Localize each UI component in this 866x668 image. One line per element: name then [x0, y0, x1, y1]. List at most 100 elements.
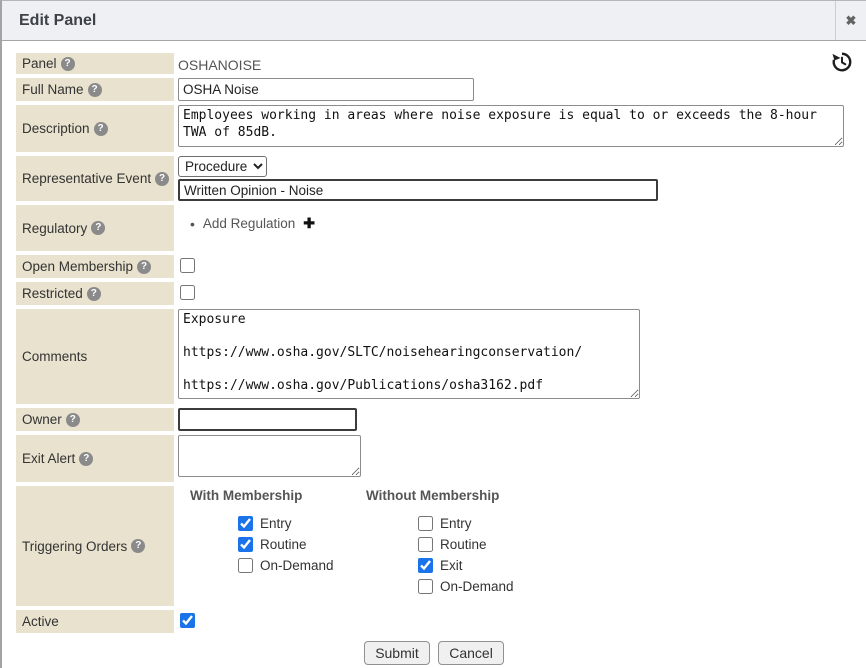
regulatory-label: Regulatory [22, 221, 87, 236]
comments-label: Comments [22, 349, 87, 364]
close-icon: ✖ [846, 13, 857, 29]
with-membership-header: With Membership [190, 488, 366, 503]
help-icon[interactable]: ? [91, 221, 105, 235]
without-membership-option-exit[interactable]: Exit [418, 558, 586, 573]
help-icon[interactable]: ? [155, 172, 169, 186]
without-membership-option-routine[interactable]: Routine [418, 537, 586, 552]
close-button[interactable]: ✖ [835, 1, 866, 40]
restricted-content [174, 282, 866, 305]
row-active: Active [16, 610, 866, 633]
description-content: Employees working in areas where noise e… [174, 105, 866, 152]
without-on-demand-checkbox[interactable] [418, 579, 433, 594]
open-membership-label-cell: Open Membership ? [16, 255, 174, 278]
representative-event-label-cell: Representative Event ? [16, 156, 174, 201]
with-on-demand-label: On-Demand [260, 558, 334, 573]
owner-label-cell: Owner ? [16, 408, 174, 431]
without-exit-label: Exit [440, 558, 463, 573]
triggering-orders-content: With Membership Entry Routine [174, 486, 866, 606]
restricted-checkbox[interactable] [180, 285, 195, 300]
edit-panel-dialog: Edit Panel ✖ Panel ? OSHANOISE [0, 0, 866, 668]
add-regulation-label: Add Regulation [203, 216, 295, 231]
form-actions: Submit Cancel [16, 641, 866, 665]
with-entry-checkbox[interactable] [238, 516, 253, 531]
open-membership-checkbox[interactable] [180, 258, 195, 273]
comments-content: Exposure https://www.osha.gov/SLTC/noise… [174, 309, 866, 404]
panel-label-cell: Panel ? [16, 53, 174, 74]
comments-label-cell: Comments [16, 309, 174, 404]
active-label-cell: Active [16, 610, 174, 633]
exit-alert-content [174, 435, 866, 482]
exit-alert-label: Exit Alert [22, 451, 75, 466]
row-restricted: Restricted ? [16, 282, 866, 305]
cancel-button[interactable]: Cancel [438, 641, 504, 665]
owner-input[interactable] [178, 408, 357, 431]
restricted-label: Restricted [22, 286, 83, 301]
help-icon[interactable]: ? [61, 57, 75, 71]
without-membership-option-entry[interactable]: Entry [418, 516, 586, 531]
restricted-label-cell: Restricted ? [16, 282, 174, 305]
without-entry-checkbox[interactable] [418, 516, 433, 531]
without-membership-option-on-demand[interactable]: On-Demand [418, 579, 586, 594]
representative-event-type-select[interactable]: Procedure [178, 156, 267, 177]
triggering-orders-label-cell: Triggering Orders ? [16, 486, 174, 606]
help-icon[interactable]: ? [94, 122, 108, 136]
active-content [174, 610, 866, 633]
comments-textarea[interactable]: Exposure https://www.osha.gov/SLTC/noise… [178, 309, 640, 399]
row-representative-event: Representative Event ? Procedure [16, 156, 866, 201]
exit-alert-textarea[interactable] [178, 435, 361, 477]
row-regulatory: Regulatory ? • Add Regulation ✚ [16, 205, 866, 251]
with-membership-option-on-demand[interactable]: On-Demand [238, 558, 366, 573]
row-exit-alert: Exit Alert ? [16, 435, 866, 482]
without-exit-checkbox[interactable] [418, 558, 433, 573]
with-on-demand-checkbox[interactable] [238, 558, 253, 573]
dialog-title: Edit Panel [2, 1, 835, 40]
help-icon[interactable]: ? [137, 260, 151, 274]
triggering-orders-label: Triggering Orders [22, 539, 127, 554]
exit-alert-label-cell: Exit Alert ? [16, 435, 174, 482]
representative-event-label: Representative Event [22, 171, 151, 186]
dialog-body: Panel ? OSHANOISE Full Name ? Descriptio… [2, 41, 866, 665]
owner-content [174, 408, 866, 431]
active-checkbox[interactable] [180, 613, 195, 628]
with-routine-checkbox[interactable] [238, 537, 253, 552]
panel-value: OSHANOISE [178, 53, 866, 73]
regulatory-content: • Add Regulation ✚ [174, 205, 866, 251]
submit-button[interactable]: Submit [364, 641, 430, 665]
history-button[interactable] [831, 51, 853, 73]
help-icon[interactable]: ? [66, 413, 80, 427]
help-icon[interactable]: ? [88, 83, 102, 97]
row-open-membership: Open Membership ? [16, 255, 866, 278]
row-triggering-orders: Triggering Orders ? With Membership Entr… [16, 486, 866, 606]
without-routine-checkbox[interactable] [418, 537, 433, 552]
row-comments: Comments Exposure https://www.osha.gov/S… [16, 309, 866, 404]
add-regulation-link[interactable]: • Add Regulation ✚ [178, 205, 866, 232]
full-name-content [174, 78, 866, 101]
regulatory-label-cell: Regulatory ? [16, 205, 174, 251]
description-textarea[interactable]: Employees working in areas where noise e… [178, 105, 844, 147]
history-icon [831, 51, 853, 73]
help-icon[interactable]: ? [79, 452, 93, 466]
without-routine-label: Routine [440, 537, 487, 552]
row-owner: Owner ? [16, 408, 866, 431]
active-label: Active [22, 614, 59, 629]
description-label-cell: Description ? [16, 105, 174, 152]
representative-event-content: Procedure [174, 156, 866, 201]
row-panel: Panel ? OSHANOISE [16, 53, 866, 74]
full-name-input[interactable] [178, 78, 474, 101]
with-membership-option-routine[interactable]: Routine [238, 537, 366, 552]
full-name-label: Full Name [22, 82, 84, 97]
row-description: Description ? Employees working in areas… [16, 105, 866, 152]
help-icon[interactable]: ? [87, 287, 101, 301]
bullet-icon: • [190, 216, 195, 232]
description-label: Description [22, 121, 90, 136]
representative-event-input[interactable] [178, 179, 658, 201]
with-membership-column: With Membership Entry Routine [190, 488, 366, 594]
with-membership-option-entry[interactable]: Entry [238, 516, 366, 531]
without-on-demand-label: On-Demand [440, 579, 514, 594]
full-name-label-cell: Full Name ? [16, 78, 174, 101]
with-entry-label: Entry [260, 516, 292, 531]
without-membership-header: Without Membership [366, 488, 586, 503]
help-icon[interactable]: ? [131, 539, 145, 553]
dialog-header: Edit Panel ✖ [2, 1, 866, 41]
without-entry-label: Entry [440, 516, 472, 531]
